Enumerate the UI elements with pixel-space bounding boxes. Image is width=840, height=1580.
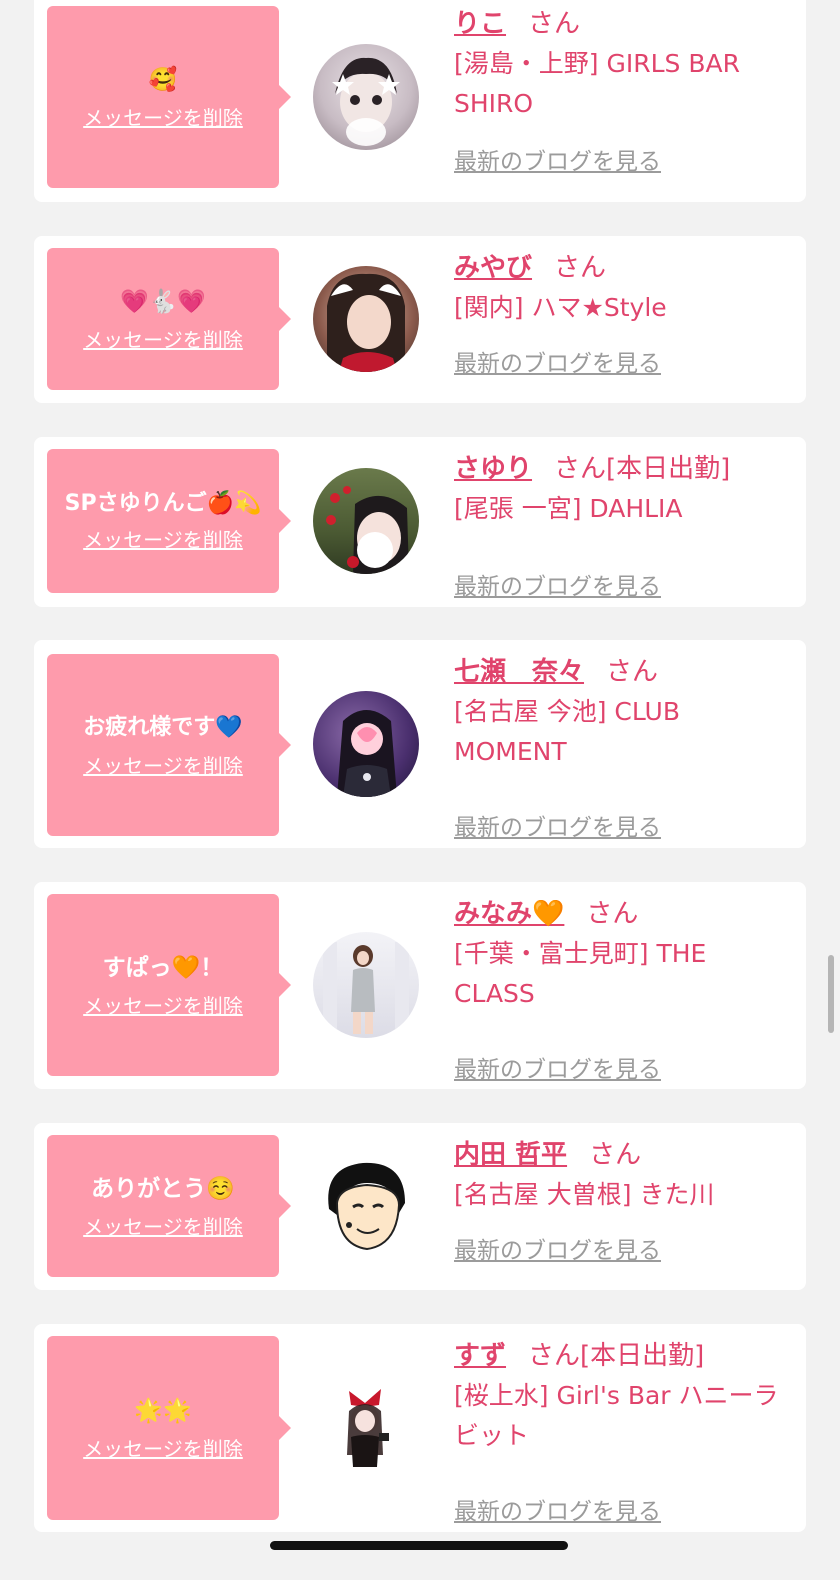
status-text: [本日出勤] [606, 454, 731, 484]
status-text: [本日出勤] [580, 1341, 705, 1371]
message-text: 🌟🌟 [134, 1398, 192, 1424]
san-suffix: さん [589, 1140, 642, 1170]
avatar[interactable] [313, 468, 419, 574]
san-suffix: さん [528, 1341, 581, 1371]
message-bubble: 💗🐇💗 メッセージを削除 [47, 248, 291, 390]
avatar[interactable] [313, 1375, 419, 1481]
name-link[interactable]: さゆり [454, 454, 532, 484]
latest-blog-link[interactable]: 最新のブログを見る [454, 1231, 661, 1265]
san-suffix: さん [554, 253, 607, 283]
avatar[interactable] [313, 691, 419, 797]
shop-name: [関内] ハマ★Style [454, 293, 667, 322]
message-text: お疲れ様です💙 [83, 715, 243, 740]
message-card: 🥰 メッセージを削除 りこ さん [湯島・上野] GIRLS BAR SHIRO … [34, 0, 806, 202]
profile-info: 七瀬 奈々 さん [名古屋 今池] CLUB MOMENT 最新のブログを見る [454, 652, 794, 841]
name-link[interactable]: 七瀬 奈々 [454, 657, 584, 687]
name-link[interactable]: 内田 哲平 [454, 1140, 567, 1170]
avatar[interactable] [313, 44, 419, 150]
delete-message-link[interactable]: メッセージを削除 [83, 525, 243, 555]
message-card: ありがとう☺️ メッセージを削除 内田 哲平 さん [名古屋 大曽根] きた川 最… [34, 1123, 806, 1290]
avatar-image [327, 273, 405, 372]
shop-name: [尾張 一宮] DAHLIA [454, 494, 683, 523]
latest-blog-link[interactable]: 最新のブログを見る [454, 142, 661, 176]
latest-blog-link[interactable]: 最新のブログを見る [454, 808, 661, 842]
profile-info: 内田 哲平 さん [名古屋 大曽根] きた川 最新のブログを見る [454, 1135, 794, 1264]
latest-blog-link[interactable]: 最新のブログを見る [454, 1492, 661, 1526]
profile-info: みやび さん [関内] ハマ★Style 最新のブログを見る [454, 248, 794, 377]
avatar-image [328, 1162, 405, 1251]
avatar-image [347, 1389, 389, 1467]
delete-message-link[interactable]: メッセージを削除 [83, 1434, 243, 1464]
message-card: SPさゆりんご🍎💫 メッセージを削除 さゆり さん[本日出勤] [尾張 一宮] D… [34, 437, 806, 607]
avatar[interactable] [313, 932, 419, 1038]
home-indicator[interactable] [270, 1541, 568, 1550]
delete-message-link[interactable]: メッセージを削除 [83, 991, 243, 1021]
shop-name: [名古屋 今池] CLUB MOMENT [454, 697, 680, 766]
san-suffix: さん [554, 454, 607, 484]
message-card: すぱっ🧡！ メッセージを削除 みなみ🧡 さん [千葉・富士見町] THE CLAS… [34, 882, 806, 1089]
avatar[interactable] [313, 266, 419, 372]
avatar-image [337, 710, 397, 797]
latest-blog-link[interactable]: 最新のブログを見る [454, 567, 661, 601]
message-bubble: お疲れ様です💙 メッセージを削除 [47, 654, 291, 836]
message-card: 🌟🌟 メッセージを削除 すず さん[本日出勤] [桜上水] Girl's Bar … [34, 1324, 806, 1532]
message-text: 💗🐇💗 [120, 289, 206, 315]
shop-name: [千葉・富士見町] THE CLASS [454, 939, 707, 1008]
avatar-image [323, 942, 409, 1038]
message-text: すぱっ🧡！ [102, 955, 224, 981]
profile-info: みなみ🧡 さん [千葉・富士見町] THE CLASS 最新のブログを見る [454, 894, 794, 1083]
message-bubble: すぱっ🧡！ メッセージを削除 [47, 894, 291, 1076]
profile-info: りこ さん [湯島・上野] GIRLS BAR SHIRO 最新のブログを見る [454, 4, 794, 175]
name-link[interactable]: みなみ🧡 [454, 899, 564, 929]
message-bubble: 🥰 メッセージを削除 [47, 6, 291, 188]
latest-blog-link[interactable]: 最新のブログを見る [454, 1050, 661, 1084]
avatar[interactable] [313, 1153, 419, 1259]
delete-message-link[interactable]: メッセージを削除 [83, 751, 243, 781]
delete-message-link[interactable]: メッセージを削除 [83, 103, 243, 133]
message-text: ありがとう☺️ [91, 1176, 235, 1202]
avatar-image [326, 486, 409, 574]
message-card: お疲れ様です💙 メッセージを削除 七瀬 奈々 さん [名古屋 今池] CLUB M… [34, 640, 806, 848]
scrollbar[interactable] [828, 955, 834, 1033]
profile-info: さゆり さん[本日出勤] [尾張 一宮] DAHLIA 最新のブログを見る [454, 449, 794, 600]
shop-name: [湯島・上野] GIRLS BAR SHIRO [454, 49, 740, 118]
shop-name: [桜上水] Girl's Bar ハニーラビット [454, 1381, 779, 1450]
san-suffix: さん [586, 899, 639, 929]
avatar-image [332, 57, 400, 146]
name-link[interactable]: すず [454, 1341, 506, 1371]
message-bubble: ありがとう☺️ メッセージを削除 [47, 1135, 291, 1277]
san-suffix: さん [528, 9, 581, 39]
delete-message-link[interactable]: メッセージを削除 [83, 1212, 243, 1242]
message-text: SPさゆりんご🍎💫 [64, 491, 262, 516]
name-link[interactable]: みやび [454, 253, 532, 283]
name-link[interactable]: りこ [454, 9, 506, 39]
message-bubble: 🌟🌟 メッセージを削除 [47, 1336, 291, 1520]
shop-name: [名古屋 大曽根] きた川 [454, 1180, 715, 1209]
message-bubble: SPさゆりんご🍎💫 メッセージを削除 [47, 449, 291, 593]
san-suffix: さん [606, 657, 659, 687]
latest-blog-link[interactable]: 最新のブログを見る [454, 344, 661, 378]
message-text: 🥰 [148, 67, 178, 93]
delete-message-link[interactable]: メッセージを削除 [83, 325, 243, 355]
message-list-page: 🥰 メッセージを削除 りこ さん [湯島・上野] GIRLS BAR SHIRO … [0, 0, 840, 1580]
message-card: 💗🐇💗 メッセージを削除 みやび さん [関内] ハマ★Style 最新のブログを… [34, 236, 806, 403]
profile-info: すず さん[本日出勤] [桜上水] Girl's Bar ハニーラビット 最新のブ… [454, 1336, 794, 1525]
